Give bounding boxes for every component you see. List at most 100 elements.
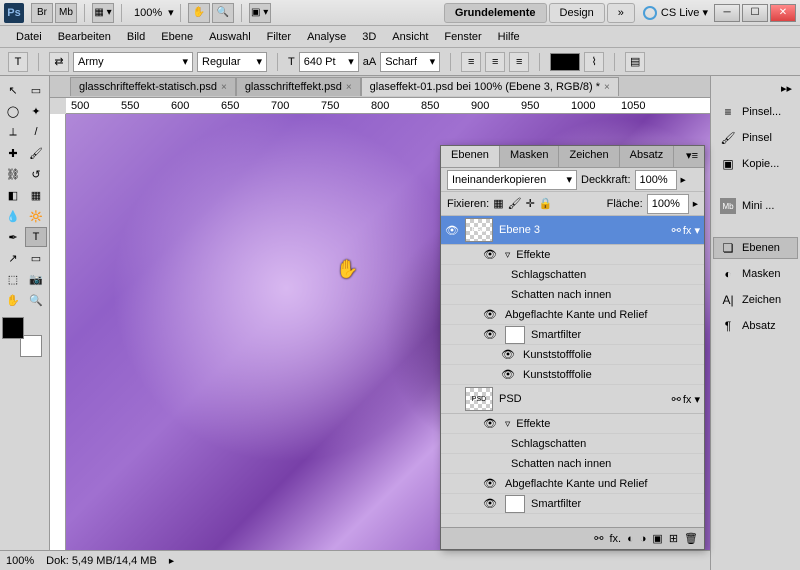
stamp-tool[interactable]: ⛓: [2, 164, 24, 184]
minimize-button[interactable]: ─: [714, 4, 740, 22]
font-style-select[interactable]: Regular▾: [197, 52, 267, 72]
panel-menu-button[interactable]: ▾≡: [680, 146, 704, 167]
workspace-more[interactable]: »: [607, 3, 635, 23]
wand-tool[interactable]: ✦: [25, 101, 47, 121]
dock-kopie[interactable]: ▣Kopie...: [713, 153, 798, 175]
menu-fenster[interactable]: Fenster: [436, 31, 489, 43]
close-icon[interactable]: ×: [221, 82, 227, 93]
lock-transparent-icon[interactable]: ▦: [493, 197, 503, 210]
dock-mini[interactable]: MbMini ...: [713, 195, 798, 217]
align-center-button[interactable]: ≡: [485, 52, 505, 72]
dock-pinsel[interactable]: 🖌Pinsel: [713, 127, 798, 149]
font-family-select[interactable]: Army▾: [73, 52, 193, 72]
effect-item[interactable]: Schlagschatten: [441, 434, 704, 454]
vertical-ruler[interactable]: [50, 114, 66, 550]
status-doc-size[interactable]: Dok: 5,49 MB/14,4 MB: [46, 555, 157, 567]
blur-tool[interactable]: 💧: [2, 206, 24, 226]
layer-thumbnail[interactable]: PSD: [465, 387, 493, 411]
blend-mode-select[interactable]: Ineinanderkopieren▾: [447, 170, 577, 190]
heal-tool[interactable]: ✚: [2, 143, 24, 163]
zoom-tool-button[interactable]: 🔍: [212, 3, 234, 23]
panel-tab-masken[interactable]: Masken: [500, 146, 560, 167]
doctab-2[interactable]: glaseffekt-01.psd bei 100% (Ebene 3, RGB…: [361, 77, 619, 96]
close-icon[interactable]: ×: [346, 82, 352, 93]
dock-pinsel-presets[interactable]: ≡Pinsel...: [713, 101, 798, 123]
minibridge-button[interactable]: Mb: [55, 3, 77, 23]
layers-panel[interactable]: Ebenen Masken Zeichen Absatz ▾≡ Ineinand…: [440, 145, 705, 550]
dock-collapse-button[interactable]: ▸▸: [713, 80, 798, 97]
link-icon[interactable]: ⚯: [672, 224, 681, 237]
menu-bild[interactable]: Bild: [119, 31, 153, 43]
menu-auswahl[interactable]: Auswahl: [201, 31, 259, 43]
hand-tool[interactable]: ✋: [2, 290, 24, 310]
smartfilter-group[interactable]: 👁Smartfilter: [441, 494, 704, 514]
3d-tool[interactable]: ⬚: [2, 269, 24, 289]
effect-item[interactable]: Schatten nach innen: [441, 454, 704, 474]
menu-filter[interactable]: Filter: [259, 31, 299, 43]
doctab-0[interactable]: glasschrifteffekt-statisch.psd×: [70, 77, 236, 96]
dock-ebenen[interactable]: ❏Ebenen: [713, 237, 798, 259]
workspace-grundelemente[interactable]: Grundelemente: [444, 3, 547, 23]
fx-badge[interactable]: fx ▾: [683, 393, 700, 406]
visibility-icon[interactable]: 👁: [441, 224, 463, 237]
pen-tool[interactable]: ✒: [2, 227, 24, 247]
effect-item[interactable]: Schlagschatten: [441, 265, 704, 285]
panel-tab-ebenen[interactable]: Ebenen: [441, 146, 500, 167]
effects-group[interactable]: 👁▿ Effekte: [441, 414, 704, 434]
horizontal-ruler[interactable]: 500550 600650 700750 800850 900950 10001…: [66, 98, 800, 114]
menu-ansicht[interactable]: Ansicht: [384, 31, 436, 43]
dock-zeichen[interactable]: A|Zeichen: [713, 289, 798, 311]
history-brush-tool[interactable]: ↺: [25, 164, 47, 184]
smartfilter-group[interactable]: 👁Smartfilter: [441, 325, 704, 345]
effect-item[interactable]: 👁Abgeflachte Kante und Relief: [441, 474, 704, 494]
path-tool[interactable]: ↗: [2, 248, 24, 268]
align-right-button[interactable]: ≡: [509, 52, 529, 72]
fx-badge[interactable]: fx ▾: [683, 224, 700, 237]
menu-bearbeiten[interactable]: Bearbeiten: [50, 31, 119, 43]
eraser-tool[interactable]: ◧: [2, 185, 24, 205]
effect-item[interactable]: 👁Abgeflachte Kante und Relief: [441, 305, 704, 325]
layer-name[interactable]: Ebene 3: [495, 224, 668, 236]
dock-masken[interactable]: ◐Masken: [713, 263, 798, 285]
menu-analyse[interactable]: Analyse: [299, 31, 354, 43]
text-orientation-button[interactable]: ⇄: [49, 52, 69, 72]
menu-hilfe[interactable]: Hilfe: [490, 31, 528, 43]
layer-mask-button[interactable]: ◐: [627, 533, 634, 545]
group-button[interactable]: ▣: [652, 532, 662, 545]
character-panel-button[interactable]: ▤: [625, 52, 645, 72]
lasso-tool[interactable]: ◯: [2, 101, 24, 121]
layer-style-button[interactable]: fx.: [609, 533, 621, 545]
layer-thumbnail[interactable]: PSD: [465, 218, 493, 242]
lock-all-icon[interactable]: 🔒: [539, 197, 553, 210]
warp-text-button[interactable]: ⌇: [584, 52, 604, 72]
smartfilter-item[interactable]: 👁Kunststofffolie: [441, 365, 704, 385]
smartfilter-item[interactable]: 👁Kunststofffolie: [441, 345, 704, 365]
hand-tool-button[interactable]: ✋: [188, 3, 210, 23]
close-icon[interactable]: ×: [604, 82, 610, 93]
layer-ebene3[interactable]: 👁 PSD Ebene 3 ⚯fx ▾: [441, 216, 704, 245]
move-tool[interactable]: ↖: [2, 80, 24, 100]
text-color-swatch[interactable]: [550, 53, 580, 71]
color-swatches[interactable]: [2, 317, 42, 357]
camera-tool[interactable]: 📷: [25, 269, 47, 289]
opacity-input[interactable]: 100%: [635, 170, 677, 190]
workspace-design[interactable]: Design: [549, 3, 605, 23]
delete-layer-button[interactable]: 🗑: [684, 532, 698, 545]
antialias-select[interactable]: Scharf▾: [380, 52, 440, 72]
foreground-color[interactable]: [2, 317, 24, 339]
lock-move-icon[interactable]: ✛: [526, 197, 535, 210]
zoom-level[interactable]: 100%: [134, 7, 162, 19]
new-layer-button[interactable]: ⊞: [669, 532, 678, 545]
cs-live[interactable]: CS Live ▾: [643, 6, 708, 20]
link-icon[interactable]: ⚯: [672, 393, 681, 406]
effect-item[interactable]: Schatten nach innen: [441, 285, 704, 305]
brush-tool[interactable]: 🖌: [25, 143, 47, 163]
eyedropper-tool[interactable]: /: [25, 122, 47, 142]
screen-mode-button[interactable]: ▣ ▾: [249, 3, 271, 23]
adjustment-layer-button[interactable]: ◑: [640, 533, 647, 545]
link-layers-button[interactable]: ⚯: [594, 532, 603, 545]
panel-tab-absatz[interactable]: Absatz: [620, 146, 675, 167]
crop-tool[interactable]: ⟂: [2, 122, 24, 142]
close-button[interactable]: ✕: [770, 4, 796, 22]
zoom-tool[interactable]: 🔍: [25, 290, 47, 310]
